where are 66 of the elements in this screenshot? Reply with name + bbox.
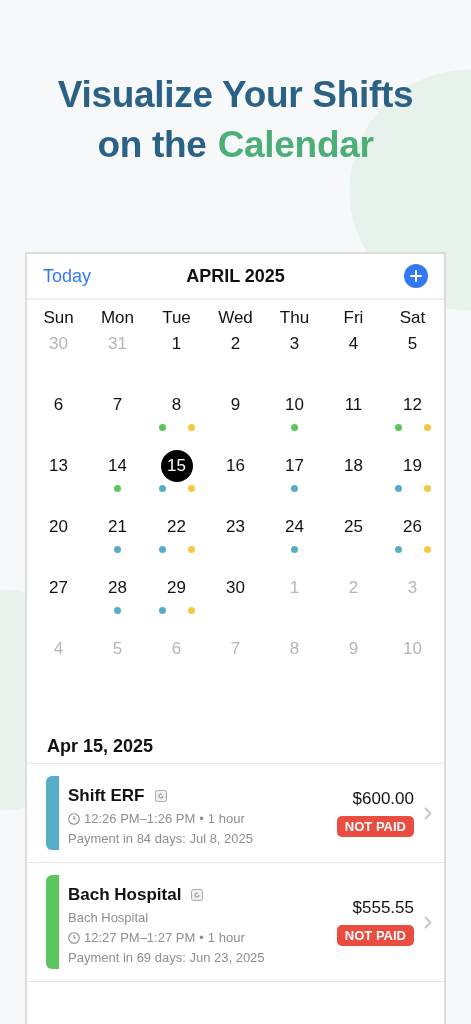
calendar-day[interactable]: 15 [160,450,193,482]
weekday-label: Thu [279,308,310,327]
calendar-day[interactable]: 6 [42,389,75,421]
calendar-day[interactable]: 18 [337,450,370,482]
shift-time: 12:27 PM–1:27 PM [84,930,196,945]
calendar-day[interactable]: 13 [42,450,75,482]
calendar-day[interactable]: 21 [101,511,134,543]
calendar-day[interactable]: 11 [337,389,370,421]
chevron-icon [424,915,432,929]
add-button[interactable] [404,264,428,288]
section-date: Apr 15, 2025 [46,736,155,757]
calendar-day[interactable]: 4 [337,328,370,360]
calendar-day[interactable]: 16 [219,450,252,482]
calendar-day[interactable]: 3 [278,328,311,360]
calendar-day[interactable]: 24 [278,511,311,543]
calendar-day[interactable]: 22 [160,511,193,543]
bullet-separator: • [199,811,204,826]
payment-status: NOT PAID [336,925,414,946]
calendar-day[interactable]: 2 [219,328,252,360]
weekday-label: Sun [43,308,74,327]
weekday-label: Fri [343,308,364,327]
shift-duration: 1 hour [207,930,245,945]
headline-text: Visualize Your Shifts [57,73,414,117]
today-button[interactable]: Today [43,265,92,287]
weekday-label: Sat [399,308,426,327]
calendar-day[interactable]: 20 [42,511,75,543]
weekday-label: Wed [218,308,253,327]
calendar-day[interactable]: 12 [396,389,429,421]
calendar-day[interactable]: 9 [219,389,252,421]
shift-location: Bach Hospital [68,910,150,925]
headline-text: on the [97,123,207,167]
payment-info: Payment in 84 days: Jul 8, 2025 [68,831,254,846]
weekday-label: Mon [100,308,135,327]
payment-status: NOT PAID [336,816,414,837]
clock-icon [68,812,80,825]
month-title: APRIL 2025 [186,265,285,287]
calendar-day[interactable]: 19 [396,450,429,482]
calendar-day[interactable]: 28 [101,572,134,604]
calendar-day[interactable]: 10 [278,389,311,421]
calendar-day[interactable]: 1 [160,328,193,360]
calendar-day[interactable]: 14 [101,450,134,482]
calendar-day[interactable]: 30 [219,572,252,604]
repeat-icon [191,889,204,901]
shift-time: 12:26 PM–1:26 PM [84,811,196,826]
clock-icon [68,931,80,944]
calendar-day[interactable]: 29 [160,572,193,604]
shift-title: Bach Hospital [68,885,182,905]
calendar-day[interactable]: 5 [396,328,429,360]
weekday-label: Tue [162,308,191,327]
calendar-day[interactable]: 23 [219,511,252,543]
calendar-day[interactable]: 26 [396,511,429,543]
shift-title: Shift ERF [68,786,145,806]
shift-duration: 1 hour [207,811,245,826]
headline-highlight: Calendar [217,123,374,167]
calendar-day[interactable]: 8 [160,389,193,421]
plus-icon [410,270,422,282]
shift-amount: $555.55 [352,898,414,918]
payment-info: Payment in 69 days: Jun 23, 2025 [68,950,266,965]
calendar-day[interactable]: 25 [337,511,370,543]
chevron-icon [424,806,432,820]
calendar-day[interactable]: 17 [278,450,311,482]
bullet-separator: • [199,930,204,945]
calendar-day[interactable]: 27 [42,572,75,604]
shift-amount: $600.00 [352,789,414,809]
calendar-day[interactable]: 7 [101,389,134,421]
repeat-icon [154,790,167,802]
